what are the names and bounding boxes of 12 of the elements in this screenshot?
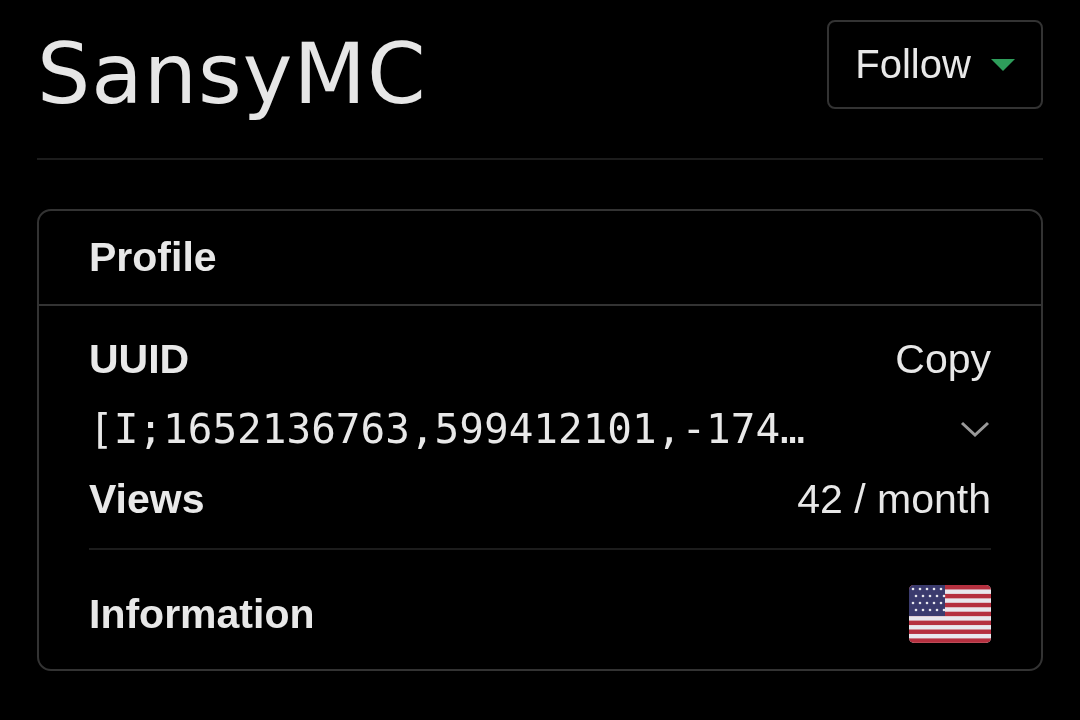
- card-title: Profile: [89, 234, 217, 281]
- uuid-value: [I;1652136763,599412101,-174…: [89, 405, 805, 453]
- uuid-label: UUID: [89, 335, 190, 383]
- flag-icon: [909, 585, 991, 643]
- copy-link[interactable]: Copy: [895, 335, 991, 383]
- profile-name: SansyMC: [37, 24, 427, 125]
- follow-button[interactable]: Follow: [827, 20, 1043, 109]
- information-label: Information: [89, 590, 315, 638]
- chevron-icon[interactable]: [959, 420, 991, 438]
- views-label: Views: [89, 475, 205, 523]
- caret-icon: [990, 58, 1015, 71]
- views-count: 42 / month: [797, 475, 991, 523]
